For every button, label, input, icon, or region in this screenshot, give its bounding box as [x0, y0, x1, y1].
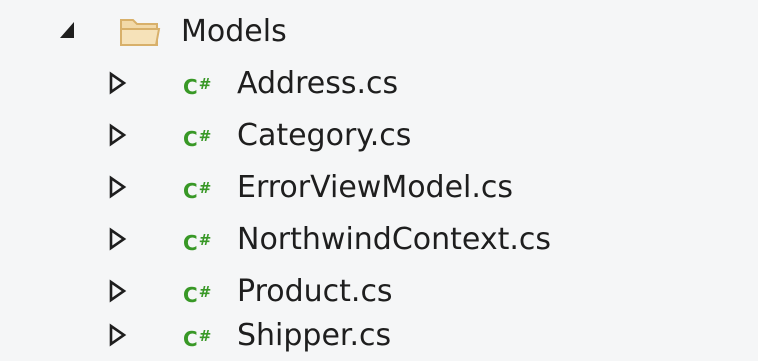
file-label: Address.cs — [237, 66, 399, 101]
folder-icon — [116, 5, 164, 57]
csharp-file-icon: C# — [183, 75, 212, 99]
csharp-file-icon: C# — [183, 127, 212, 151]
tree-item-shipper[interactable]: C# Shipper.cs — [0, 309, 758, 361]
tree-item-category[interactable]: C# Category.cs — [0, 109, 758, 161]
collapsed-triangle-icon[interactable] — [102, 161, 132, 213]
file-label: Product.cs — [237, 274, 393, 309]
collapsed-triangle-icon[interactable] — [102, 109, 132, 161]
collapsed-triangle-icon[interactable] — [102, 57, 132, 109]
file-label: NorthwindContext.cs — [237, 222, 552, 257]
file-label: ErrorViewModel.cs — [237, 170, 514, 205]
csharp-file-icon: C# — [183, 179, 212, 203]
collapsed-triangle-icon[interactable] — [102, 213, 132, 265]
csharp-file-icon: C# — [183, 231, 212, 255]
tree-folder-models[interactable]: Models — [0, 5, 758, 57]
folder-label: Models — [181, 14, 287, 49]
tree-item-address[interactable]: C# Address.cs — [0, 57, 758, 109]
tree-item-errorviewmodel[interactable]: C# ErrorViewModel.cs — [0, 161, 758, 213]
csharp-file-icon: C# — [183, 283, 212, 307]
expanded-triangle-icon[interactable] — [54, 5, 84, 57]
tree-item-northwindcontext[interactable]: C# NorthwindContext.cs — [0, 213, 758, 265]
file-label: Category.cs — [237, 118, 412, 153]
file-label: Shipper.cs — [237, 318, 392, 353]
solution-explorer-panel: Models C# Address.cs C# Category.cs C# E… — [0, 0, 758, 361]
collapsed-triangle-icon[interactable] — [102, 309, 132, 361]
csharp-file-icon: C# — [183, 327, 212, 351]
